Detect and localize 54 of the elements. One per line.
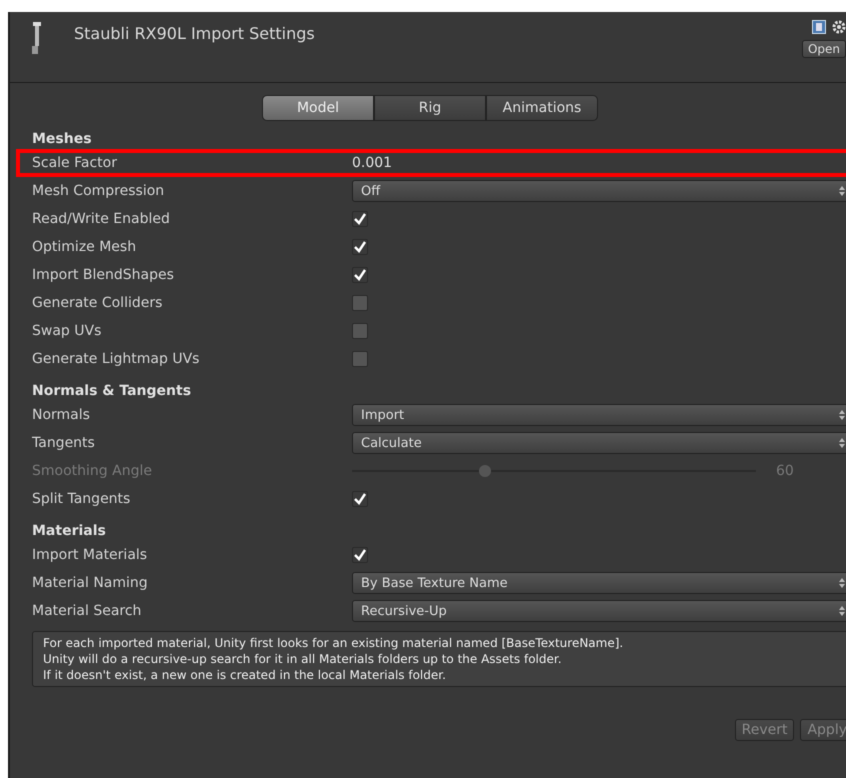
help-text: Unity will do a recursive-up search for it in all Materials folders up to the Assets folder. [43, 651, 563, 667]
check-icon [354, 269, 366, 281]
dropdown[interactable]: By Base Texture Name [352, 572, 846, 594]
check-icon [354, 213, 366, 225]
section-heading: Meshes [31, 130, 93, 149]
checkbox[interactable] [352, 547, 368, 563]
field-label: Normals [32, 407, 91, 423]
field-label: Import Materials [32, 547, 148, 563]
field-label: Split Tangents [32, 491, 132, 507]
help-icon [812, 20, 826, 34]
field-label: Scale Factor [32, 155, 118, 171]
checkbox[interactable] [352, 295, 368, 311]
input-field[interactable]: 0.001 [352, 155, 392, 171]
field-label: Read/Write Enabled [32, 211, 171, 227]
dropdown[interactable]: Import [352, 404, 846, 426]
field-label: Tangents [32, 435, 96, 451]
checkbox[interactable] [352, 211, 368, 227]
open-button[interactable]: Open [802, 40, 846, 58]
model-icon [30, 22, 44, 56]
checkbox[interactable] [352, 351, 368, 367]
arrows-icon [839, 410, 845, 420]
arrows-icon [839, 186, 845, 196]
arrows-icon [839, 606, 845, 616]
field-label: Generate Colliders [32, 295, 164, 311]
dropdown[interactable]: Recursive-Up [352, 600, 846, 622]
dropdown[interactable]: Calculate [352, 432, 846, 454]
dropdown[interactable]: Off [352, 180, 846, 202]
field-label: Generate Lightmap UVs [32, 351, 200, 367]
field-label: Mesh Compression [32, 183, 166, 199]
section-heading: Normals & Tangents [31, 382, 192, 401]
tab[interactable]: Rig [374, 95, 486, 121]
check-icon [354, 549, 366, 561]
checkbox[interactable] [352, 491, 368, 507]
tab[interactable]: Model [262, 95, 374, 121]
help-text: If it doesn't exist, a new one is created in the local Materials folder. [43, 667, 447, 683]
arrows-icon [839, 578, 845, 588]
checkbox[interactable] [352, 323, 368, 339]
value-reading: 60 [776, 463, 795, 479]
field-label: Material Search [32, 603, 142, 619]
check-icon [354, 493, 366, 505]
settings-icon [832, 20, 846, 34]
checkbox[interactable] [352, 267, 368, 283]
tab[interactable]: Animations [486, 95, 598, 121]
field-label: Optimize Mesh [32, 239, 138, 255]
window-title: Staubli RX90L Import Settings [74, 24, 315, 45]
checkbox[interactable] [352, 239, 368, 255]
help-text: For each imported material, Unity first looks for an existing material named [BaseTextureName]. [43, 635, 624, 651]
field-label: Material Naming [32, 575, 149, 591]
field-label: Smoothing Angle [32, 463, 153, 479]
field-label: Import BlendShapes [32, 267, 175, 283]
field-label: Swap UVs [32, 323, 102, 339]
arrows-icon [839, 438, 845, 448]
section-heading: Materials [31, 522, 107, 541]
check-icon [354, 241, 366, 253]
